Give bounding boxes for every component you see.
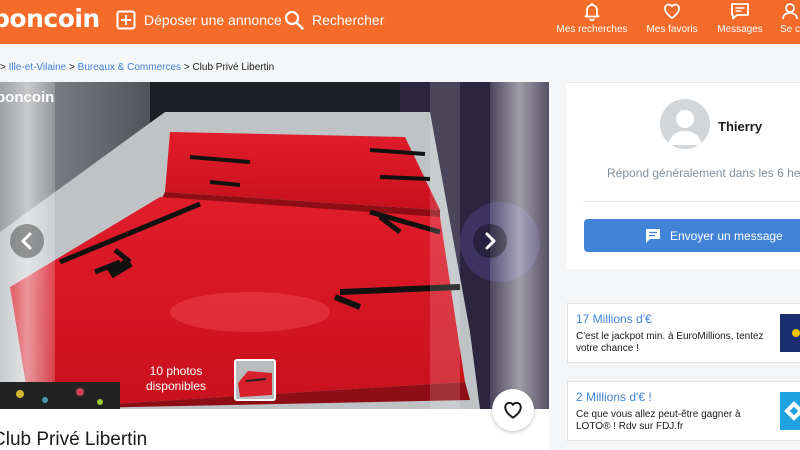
chevron-left-icon — [21, 232, 32, 250]
divider — [583, 201, 800, 202]
favorites-label: Mes favoris — [646, 24, 698, 35]
photo-thumbnail[interactable] — [234, 359, 276, 401]
breadcrumb: > Ille-et-Vilaine > Bureaux & Commerces … — [0, 62, 274, 73]
breadcrumb-current: Club Privé Libertin — [192, 62, 275, 73]
chevron-right-icon — [485, 232, 496, 250]
send-message-button[interactable]: Envoyer un message — [584, 219, 800, 252]
promo-loto[interactable]: 2 Millions d'€ ! Ce que vous allez peut-… — [567, 381, 800, 441]
magnifier-icon — [284, 10, 304, 30]
loto-logo-icon — [780, 392, 800, 430]
favorites-button[interactable]: Mes favoris — [640, 0, 704, 44]
site-logo[interactable]: boncoin — [0, 4, 100, 33]
next-photo-button[interactable] — [473, 224, 507, 258]
promo-title: 2 Millions d'€ ! — [576, 390, 652, 404]
seller-name[interactable]: Thierry — [718, 119, 762, 134]
my-searches-button[interactable]: Mes recherches — [552, 0, 632, 44]
heart-icon — [664, 3, 680, 19]
photo-gallery[interactable]: boncoin 10 photos disponibles — [0, 82, 549, 409]
promo-title: 17 Millions d'€ — [576, 312, 652, 326]
photo-count[interactable]: 10 photos disponibles — [140, 364, 212, 394]
breadcrumb-category[interactable]: Bureaux & Commerces — [78, 62, 181, 73]
breadcrumb-region[interactable]: Ille-et-Vilaine — [9, 62, 67, 73]
user-icon — [782, 3, 798, 20]
breadcrumb-sep: > — [0, 62, 6, 73]
login-button[interactable]: Se co — [780, 0, 800, 44]
post-ad-button[interactable]: Déposer une annonce — [116, 0, 282, 40]
send-message-label: Envoyer un message — [670, 228, 783, 243]
thumbnail-image — [236, 361, 274, 399]
message-icon — [646, 228, 660, 243]
bell-icon — [584, 3, 600, 21]
photo-watermark: boncoin — [0, 89, 55, 106]
save-favorite-button[interactable] — [492, 389, 534, 431]
seller-avatar[interactable] — [660, 99, 710, 149]
listing-title: Club Privé Libertin — [0, 429, 148, 450]
breadcrumb-sep: > — [183, 62, 190, 73]
promo-euromillions[interactable]: 17 Millions d'€ C'est le jackpot min. à … — [567, 303, 800, 363]
chat-bubble-icon — [731, 3, 749, 20]
login-label: Se co — [780, 24, 800, 35]
seller-card: Thierry Répond généralement dans les 6 h… — [567, 82, 800, 269]
previous-photo-button[interactable] — [10, 224, 44, 258]
listing-title-area: Club Privé Libertin — [0, 409, 549, 450]
promo-description: Ce que vous allez peut-être gagner à LOT… — [576, 409, 741, 432]
promo-description: C'est le jackpot min. à EuroMillions, te… — [576, 331, 764, 354]
breadcrumb-sep: > — [69, 62, 75, 73]
messages-button[interactable]: Messages — [712, 0, 768, 44]
euromillions-logo-icon — [780, 314, 800, 352]
messages-label: Messages — [717, 24, 763, 35]
heart-outline-icon — [504, 401, 522, 419]
search-button[interactable]: Rechercher — [284, 0, 384, 40]
post-ad-label: Déposer une annonce — [144, 12, 282, 28]
top-header: boncoin Déposer une annonce Rechercher M… — [0, 0, 800, 44]
my-searches-label: Mes recherches — [556, 24, 628, 35]
plus-square-icon — [116, 10, 136, 30]
response-time: Répond généralement dans les 6 heu — [607, 166, 800, 180]
user-placeholder-icon — [668, 110, 702, 145]
search-label: Rechercher — [312, 12, 385, 28]
